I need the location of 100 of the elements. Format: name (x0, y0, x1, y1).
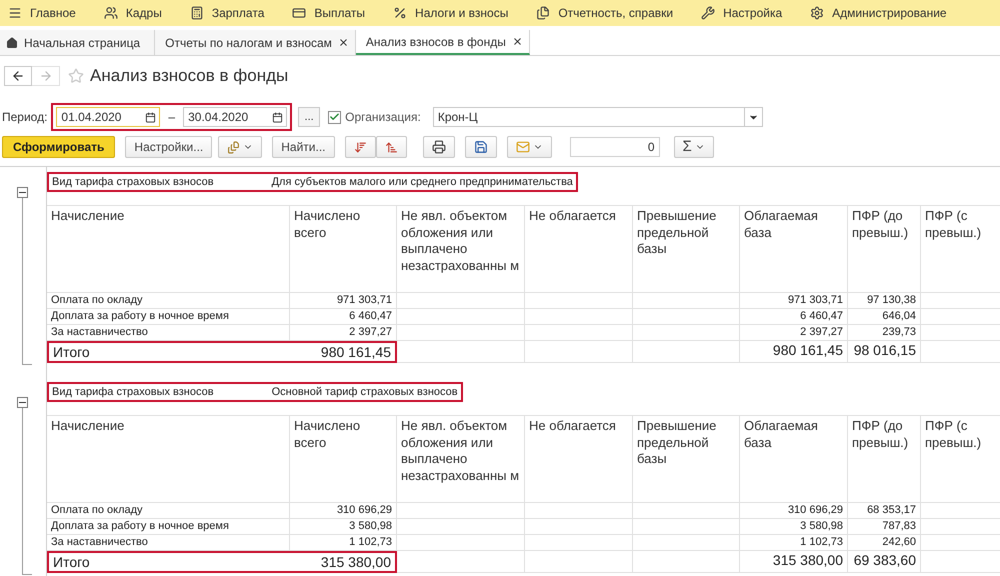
sort-descending-icon (354, 140, 367, 154)
table-cell: 646,04 (848, 309, 921, 325)
find-button[interactable]: Найти... (272, 136, 335, 158)
menu-item[interactable]: Настройка (701, 4, 796, 22)
menu-item[interactable]: Главное (8, 4, 90, 22)
close-icon[interactable] (512, 36, 523, 47)
column-header: Облагаемая база (740, 416, 848, 503)
tab[interactable]: Отчеты по налогам и взносам (155, 30, 356, 55)
close-icon[interactable] (338, 37, 349, 48)
menu-item[interactable]: Зарплата (190, 4, 278, 22)
sort-ascending-button[interactable] (376, 136, 407, 158)
organization-select[interactable]: Крон-Ц (432, 107, 763, 127)
column-header: Начисление (47, 206, 290, 293)
wrench-icon (701, 6, 716, 20)
total-cell: 69 383,60 (848, 551, 921, 573)
tab[interactable]: Анализ взносов в фонды (356, 30, 530, 55)
table-cell: Оплата по окладу (47, 503, 290, 519)
table-cell: 3 580,98 (740, 519, 848, 535)
period-label: Период: (2, 109, 48, 126)
back-button[interactable] (4, 66, 32, 86)
menu-item[interactable]: Налоги и взносы (393, 4, 522, 22)
menu-item[interactable]: Администрирование (810, 4, 961, 22)
more-button[interactable]: ... (298, 107, 320, 127)
table-cell: 68 353,17 (848, 503, 921, 519)
settings-button[interactable]: Настройки... (125, 136, 212, 158)
collapse-icon[interactable] (17, 187, 28, 198)
date-from-field[interactable]: 01.04.2020 (56, 107, 160, 127)
counter-field[interactable]: 0 (570, 137, 660, 157)
total-label: Итого (47, 551, 290, 573)
date-to-field[interactable]: 30.04.2020 (183, 107, 288, 127)
column-header: Начислено всего (290, 416, 397, 503)
page-title: Анализ взносов в фонды (90, 65, 288, 88)
tariff-label: Вид тарифа страховых взносов (52, 385, 214, 399)
sort-ascending-icon (384, 140, 398, 154)
table-cell: 971 303,71 (290, 293, 397, 309)
people-icon (104, 6, 118, 20)
table-cell: 787,83 (848, 519, 921, 535)
table-cell: За наставничество (47, 325, 290, 341)
mail-icon (516, 140, 530, 154)
save-icon (474, 140, 488, 154)
print-button[interactable] (422, 136, 455, 158)
column-header: Облагаемая база (740, 206, 848, 293)
table-cell: 1 102,73 (290, 535, 397, 551)
generate-button[interactable]: Сформировать (2, 136, 116, 158)
menu-item[interactable]: Отчетность, справки (536, 4, 688, 22)
menu-item[interactable]: Выплаты (292, 4, 380, 22)
print-icon (432, 140, 446, 154)
tab[interactable]: Начальная страница (0, 30, 156, 55)
table-cell: 3 580,98 (290, 519, 397, 535)
forward-icon (38, 69, 52, 83)
table-cell: За наставничество (47, 535, 290, 551)
column-header: ПФР (до превыш.) (848, 206, 921, 293)
column-header: Не явл. объектом обложения или выплачено незастрахованны м (397, 416, 525, 503)
table-cell: 2 397,27 (290, 325, 397, 341)
card-icon (292, 6, 306, 20)
table-cell: 310 696,29 (290, 503, 397, 519)
total-cell: 315 380,00 (290, 551, 397, 573)
column-header: ПФР (с превыш.) (921, 416, 1000, 503)
documents-icon (227, 140, 240, 154)
table-cell: 971 303,71 (740, 293, 848, 309)
home-icon (6, 36, 18, 48)
total-cell: 315 380,00 (740, 551, 848, 573)
menu-item[interactable]: Кадры (104, 4, 176, 22)
column-header: Превышение предельной базы (633, 416, 740, 503)
total-cell: 980 161,45 (290, 341, 397, 363)
table-cell: 6 460,47 (740, 309, 848, 325)
sum-button[interactable]: Σ (674, 136, 714, 158)
star-icon[interactable] (68, 68, 84, 84)
table-cell: 97 130,38 (848, 293, 921, 309)
total-label: Итого (47, 341, 290, 363)
organization-label: Организация: (345, 109, 421, 126)
collapse-icon[interactable] (17, 397, 28, 408)
calendar-icon[interactable] (145, 112, 156, 122)
column-header: ПФР (с превыш.) (921, 206, 1000, 293)
range-dash: – (168, 109, 176, 126)
sort-descending-button[interactable] (344, 136, 376, 158)
column-header: Начислено всего (290, 206, 397, 293)
settings-icon (810, 6, 824, 20)
back-icon (11, 69, 25, 83)
table-cell: Доплата за работу в ночное время (47, 519, 290, 535)
column-header: Не облагается (525, 416, 633, 503)
calendar-icon[interactable] (272, 112, 284, 122)
organization-checkbox[interactable] (328, 110, 342, 124)
save-button[interactable] (464, 136, 497, 158)
table-cell: 6 460,47 (290, 309, 397, 325)
table-cell: 1 102,73 (740, 535, 848, 551)
table-cell: Оплата по окладу (47, 293, 290, 309)
table-cell: 2 397,27 (740, 325, 848, 341)
column-header: Не облагается (525, 206, 633, 293)
variants-button[interactable] (218, 136, 262, 158)
documents-icon (536, 6, 550, 20)
table-cell: 310 696,29 (740, 503, 848, 519)
total-cell: 98 016,15 (848, 341, 921, 363)
total-cell: 980 161,45 (740, 341, 848, 363)
table-cell: 239,73 (848, 325, 921, 341)
column-header: Начисление (47, 416, 290, 503)
calculator-icon (190, 6, 204, 20)
menu-icon (8, 6, 22, 20)
table-cell: 242,60 (848, 535, 921, 551)
column-header: ПФР (до превыш.) (848, 416, 921, 503)
